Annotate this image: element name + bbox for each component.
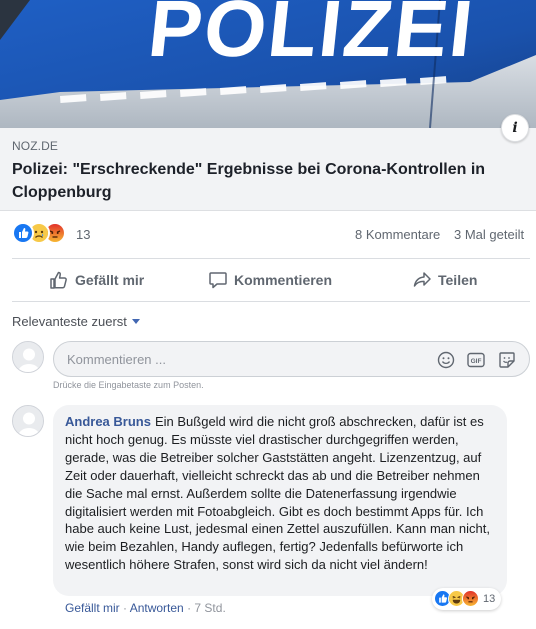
default-avatar-icon <box>13 342 43 372</box>
comment-reply-link[interactable]: Antworten <box>130 601 184 615</box>
gif-icon[interactable]: GIF <box>466 350 486 370</box>
comment-button[interactable]: Kommentieren <box>208 268 332 292</box>
sort-label: Relevanteste zuerst <box>12 314 127 329</box>
comment-like-link[interactable]: Gefällt mir <box>65 601 120 615</box>
police-lettering: POLIZEI <box>144 0 479 73</box>
comment-reactions[interactable]: 13 <box>432 588 502 610</box>
share-button[interactable]: Teilen <box>412 268 477 292</box>
comment-sort-dropdown[interactable]: Relevanteste zuerst <box>12 314 140 329</box>
link-preview-text[interactable]: NOZ.DE Polizei: "Erschreckende" Ergebnis… <box>0 128 536 211</box>
reaction-count[interactable]: 13 <box>76 227 90 242</box>
current-user-avatar[interactable] <box>12 341 44 373</box>
comment-input[interactable]: Kommentieren ... GIF <box>53 341 530 377</box>
share-count[interactable]: 3 Mal geteilt <box>454 227 524 242</box>
comment-reaction-count: 13 <box>483 593 496 605</box>
composer-hint: Drücke die Eingabetaste zum Posten. <box>53 380 204 390</box>
comment-author[interactable]: Andrea Bruns <box>65 414 151 429</box>
like-button-label: Gefällt mir <box>75 272 145 288</box>
link-headline[interactable]: Polizei: "Erschreckende" Ergebnisse bei … <box>12 158 512 204</box>
share-button-label: Teilen <box>438 272 478 288</box>
like-reaction-icon[interactable] <box>12 222 34 244</box>
link-preview-image[interactable]: POLIZEI <box>0 0 536 128</box>
separator-dot: · <box>187 601 192 615</box>
sticker-icon[interactable] <box>497 350 517 370</box>
caret-down-icon <box>131 319 140 324</box>
like-button[interactable]: Gefällt mir <box>49 268 144 292</box>
comment-button-label: Kommentieren <box>234 272 333 288</box>
default-avatar-icon <box>13 406 43 436</box>
comment-input-placeholder: Kommentieren ... <box>67 352 166 367</box>
action-bar: Gefällt mir Kommentieren Teilen <box>12 258 530 302</box>
info-button[interactable]: i <box>501 114 529 142</box>
share-arrow-icon <box>413 272 431 287</box>
comment-text: Ein Bußgeld wird die nicht groß abschrec… <box>65 414 490 573</box>
comment-meta: Gefällt mir · Antworten · 7 Std. <box>65 601 226 615</box>
separator-dot: · <box>123 601 128 615</box>
comment-bubble: Andrea Bruns Ein Bußgeld wird die nicht g… <box>53 405 507 596</box>
thumbs-up-icon <box>50 271 67 289</box>
comment-timestamp[interactable]: 7 Std. <box>194 601 225 615</box>
svg-text:GIF: GIF <box>471 358 482 365</box>
emoji-icon[interactable] <box>436 350 456 370</box>
angry-reaction-icon <box>462 590 480 608</box>
speech-bubble-icon <box>209 272 227 289</box>
comment-count[interactable]: 8 Kommentare <box>355 227 440 242</box>
reactions-summary: 13 8 Kommentare 3 Mal geteilt <box>12 222 530 246</box>
commenter-avatar[interactable] <box>12 405 44 437</box>
link-domain: NOZ.DE <box>12 139 58 153</box>
police-car-photo: POLIZEI <box>0 0 536 128</box>
